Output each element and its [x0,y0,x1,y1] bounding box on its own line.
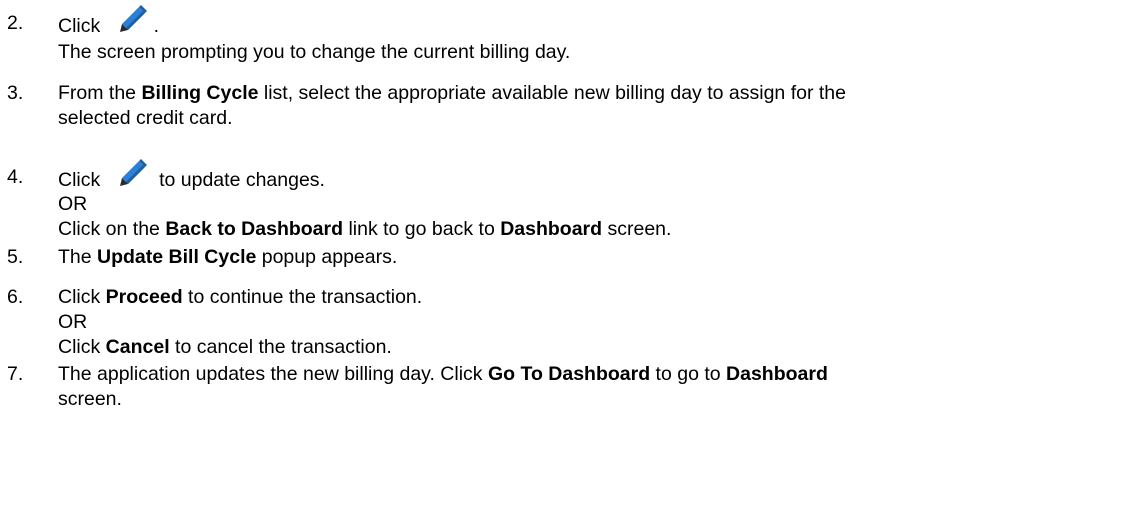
step-text-line: The screen prompting you to change the c… [58,41,570,64]
step-text-line: Click Cancel to cancel the transaction. [58,336,392,359]
text-run: selected credit card. [58,107,233,129]
step-text-line: selected credit card. [58,107,233,130]
step-number: 3. [7,82,24,104]
text-run: Click [58,286,106,308]
pencil-edit-icon [112,156,153,192]
text-run: to cancel the transaction. [169,336,392,358]
text-run: screen. [602,218,672,240]
step-number: 2. [7,12,24,34]
bold-ui-term: Cancel [105,336,170,358]
text-run: to update changes. [153,169,325,191]
step-text-line: Click on the Back to Dashboard link to g… [58,218,671,241]
text-run: From the [58,82,142,104]
bold-ui-term: Update Bill Cycle [97,246,257,268]
text-run: screen. [58,388,122,410]
text-run: popup appears. [256,246,398,268]
step-text-line: screen. [58,388,122,411]
step-text-line: Click to update changes. [58,156,325,192]
text-run: . [153,15,160,37]
step-text-line: The application updates the new billing … [58,363,828,386]
text-run: The application updates the new billing … [58,363,488,385]
step-number: 5. [7,246,24,268]
step-number: 6. [7,286,24,308]
bold-ui-term: Dashboard [500,218,603,240]
text-run: link to go back to [343,218,501,240]
bold-ui-term: Back to Dashboard [165,218,344,240]
step-text-line: Click Proceed to continue the transactio… [58,286,422,309]
step-number: 4. [7,166,24,188]
text-run: OR [58,311,88,333]
bold-ui-term: Go To Dashboard [487,363,651,385]
text-run: The [58,246,98,268]
bold-ui-term: Proceed [105,286,183,308]
text-run: Click on the [58,218,166,240]
pencil-edit-icon [112,2,153,38]
bold-ui-term: Billing Cycle [141,82,259,104]
text-run: OR [58,193,88,215]
text-run: list, select the appropriate available n… [258,82,846,104]
text-run: The screen prompting you to change the c… [58,41,571,63]
bold-ui-term: Dashboard [726,363,828,385]
text-run: Click [58,169,106,191]
step-text-line: The Update Bill Cycle popup appears. [58,246,397,269]
step-text-line: From the Billing Cycle list, select the … [58,82,846,105]
text-run: Click [58,15,106,37]
step-text-line: Click . [58,2,159,38]
text-run: to continue the transaction. [182,286,423,308]
text-run: Click [58,336,106,358]
text-run: to go to [650,363,727,385]
step-text-line: OR [58,193,87,216]
step-text-line: OR [58,311,87,334]
step-number: 7. [7,363,24,385]
